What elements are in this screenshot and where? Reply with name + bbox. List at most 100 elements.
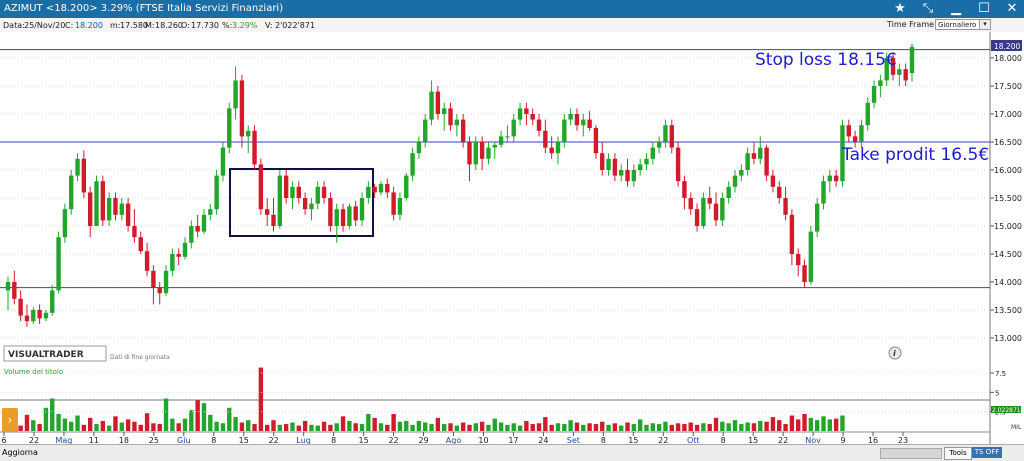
candle-body bbox=[549, 147, 554, 154]
quote-info-bar: Data: 25/Nov/20 C: 18.200 m: 17.580 M: 1… bbox=[0, 18, 1024, 33]
candle-body bbox=[12, 282, 17, 299]
candle-body bbox=[302, 198, 308, 210]
candle-body bbox=[220, 147, 226, 176]
volume-bar bbox=[258, 367, 264, 431]
candle-body bbox=[37, 310, 42, 319]
volume-bar bbox=[239, 422, 245, 431]
volume-bar bbox=[467, 424, 472, 431]
time-tick-label: 25 bbox=[149, 436, 159, 444]
tools-button[interactable]: Tools bbox=[944, 447, 972, 460]
candle-body bbox=[106, 198, 112, 221]
candle-body bbox=[486, 147, 491, 159]
volume-bar bbox=[631, 424, 637, 431]
aggiorna-button[interactable]: Aggiorna bbox=[2, 448, 38, 457]
candle-body bbox=[827, 175, 833, 182]
time-tick-label: Mag bbox=[55, 436, 72, 444]
candle-body bbox=[182, 242, 188, 257]
volume-bar bbox=[246, 420, 251, 431]
volume-bar bbox=[410, 424, 415, 431]
candle-body bbox=[334, 209, 339, 226]
candle-body bbox=[524, 108, 529, 114]
volume-bar bbox=[656, 424, 662, 431]
star-icon[interactable]: ★ bbox=[892, 1, 908, 17]
volume-bar bbox=[378, 423, 384, 431]
candle-body bbox=[429, 91, 434, 120]
candle-body bbox=[619, 170, 624, 176]
volume-bar bbox=[498, 422, 504, 431]
candle-body bbox=[144, 251, 150, 271]
candle-body bbox=[878, 80, 883, 86]
volume-bar bbox=[315, 425, 320, 431]
price-tick-label: 14.000 bbox=[994, 278, 1022, 287]
window-title: AZIMUT <18.200> 3.29% (FTSE Italia Servi… bbox=[4, 3, 284, 14]
volume-bar bbox=[555, 423, 561, 431]
candle-body bbox=[157, 287, 162, 294]
candle-body bbox=[100, 181, 106, 221]
time-tick-label: 8 bbox=[721, 436, 726, 444]
candle-body bbox=[574, 114, 580, 126]
candle-body bbox=[151, 270, 156, 288]
volume-value: 2'022'871 bbox=[275, 21, 316, 30]
candle-body bbox=[511, 119, 516, 137]
volume-bar bbox=[56, 413, 61, 431]
volume-bar bbox=[517, 425, 523, 431]
candle-body bbox=[732, 175, 738, 187]
candle-body bbox=[448, 108, 453, 126]
fullscreen-icon[interactable]: ⤡ bbox=[920, 1, 936, 17]
price-chart[interactable]: 18.000 17.500 17.000 16.500 16.000 15.500 15.0… bbox=[0, 32, 1024, 445]
volume-bar bbox=[511, 423, 516, 431]
volume-bar bbox=[840, 415, 845, 431]
time-tick-label: 15 bbox=[628, 436, 638, 444]
candle-body bbox=[62, 209, 68, 238]
candle-body bbox=[214, 175, 219, 210]
volume-bar bbox=[81, 424, 87, 431]
minimize-icon[interactable]: ▁ bbox=[948, 1, 964, 17]
candle-body bbox=[473, 142, 479, 165]
close-icon[interactable]: ✕ bbox=[1004, 1, 1020, 17]
volume-bar bbox=[201, 403, 207, 431]
candle-body bbox=[505, 136, 510, 138]
candle-body bbox=[391, 192, 396, 215]
max-value: 18.260 bbox=[155, 21, 183, 30]
candle-body bbox=[675, 147, 681, 182]
candle-body bbox=[701, 198, 706, 226]
volume-bar bbox=[75, 415, 80, 431]
volume-bar bbox=[606, 424, 611, 431]
candle-body bbox=[656, 142, 662, 148]
candle-body bbox=[783, 198, 788, 215]
volume-bar bbox=[492, 418, 497, 431]
brand-subtitle: Dati di fine giornata bbox=[110, 354, 170, 361]
volume-bar bbox=[587, 423, 592, 431]
volume-bar bbox=[770, 417, 776, 431]
candle-body bbox=[720, 198, 725, 221]
volume-bar bbox=[170, 418, 175, 431]
time-tick-label: 8 bbox=[211, 436, 216, 444]
candle-body bbox=[208, 209, 213, 215]
volume-bar bbox=[619, 425, 624, 431]
chevron-down-icon[interactable]: ▾ bbox=[979, 20, 990, 29]
pct-value: 3.29% bbox=[232, 21, 258, 30]
volume-bar bbox=[50, 398, 55, 431]
candle-body bbox=[87, 192, 93, 226]
brand-logo: VISUALTRADER bbox=[8, 350, 84, 360]
candle-body bbox=[562, 119, 567, 142]
ts-off-button[interactable]: TS OFF bbox=[972, 447, 1002, 458]
price-tick-label: 14.500 bbox=[994, 250, 1022, 259]
expand-panel-button[interactable]: › bbox=[2, 408, 18, 432]
volume-bar bbox=[796, 419, 801, 431]
candle-body bbox=[176, 254, 181, 257]
candle-body bbox=[726, 186, 731, 198]
chart-area[interactable]: 18.000 17.500 17.000 16.500 16.000 15.500 15.0… bbox=[0, 32, 1024, 445]
volume-bar bbox=[581, 424, 586, 431]
volume-bar bbox=[783, 424, 788, 431]
horizontal-scrollbar[interactable] bbox=[880, 448, 942, 459]
price-tick-label: 18.000 bbox=[994, 54, 1022, 63]
volume-tick-label: 5 bbox=[995, 389, 999, 397]
volume-bar bbox=[404, 420, 409, 431]
candle-body bbox=[454, 119, 460, 126]
maximize-icon[interactable]: ☐ bbox=[976, 1, 992, 17]
candle-body bbox=[669, 125, 674, 148]
candle-body bbox=[163, 270, 169, 294]
price-tick-label: 15.000 bbox=[994, 222, 1022, 231]
candle-body bbox=[113, 198, 118, 215]
